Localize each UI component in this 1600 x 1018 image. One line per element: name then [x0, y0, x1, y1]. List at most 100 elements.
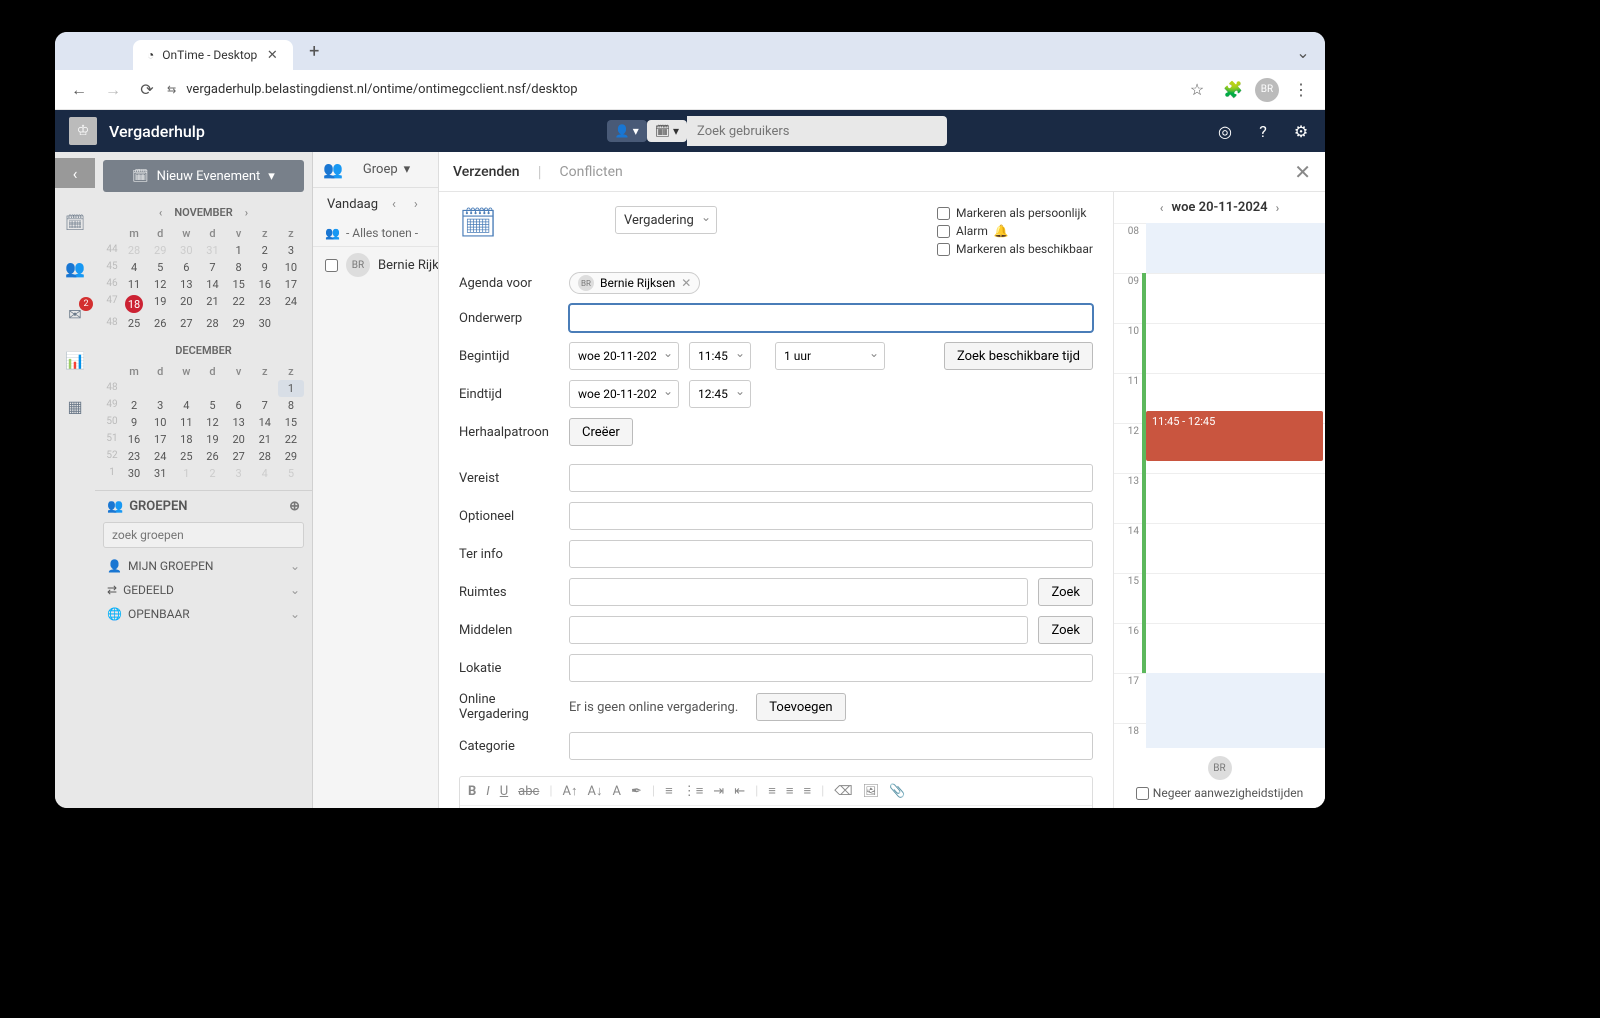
- back-button[interactable]: ←: [65, 76, 93, 104]
- cal-day[interactable]: 26: [147, 315, 173, 332]
- cal-day[interactable]: 7: [252, 397, 278, 414]
- group-row[interactable]: 🌐 OPENBAAR⌄: [95, 602, 312, 626]
- cal-day[interactable]: 9: [252, 259, 278, 276]
- cal-day[interactable]: 18: [173, 431, 199, 448]
- cal-day[interactable]: 12: [147, 276, 173, 293]
- mail-nav-icon[interactable]: ✉2: [63, 302, 87, 326]
- cal-day[interactable]: 17: [278, 276, 304, 293]
- cal-day[interactable]: 3: [226, 465, 252, 482]
- cal-day[interactable]: 3: [147, 397, 173, 414]
- cal-day[interactable]: 29: [226, 315, 252, 332]
- extensions-icon[interactable]: 🧩: [1219, 76, 1247, 104]
- filter-calendar-button[interactable]: 🗓 ▾: [647, 120, 687, 142]
- cal-day[interactable]: 30: [173, 242, 199, 259]
- cal-day[interactable]: 5: [147, 259, 173, 276]
- cal-day[interactable]: 4: [173, 397, 199, 414]
- cal-day[interactable]: 23: [252, 293, 278, 315]
- cal-day[interactable]: 5: [278, 465, 304, 482]
- cal-day[interactable]: 24: [278, 293, 304, 315]
- cal-day[interactable]: [147, 380, 173, 397]
- hour-slot[interactable]: [1142, 624, 1325, 673]
- tab-overflow-icon[interactable]: ⌄: [1291, 40, 1315, 64]
- category-input[interactable]: [569, 732, 1093, 760]
- cal-day[interactable]: 8: [226, 259, 252, 276]
- rte-list-icon[interactable]: ≡: [665, 783, 673, 799]
- cal-day[interactable]: [278, 315, 304, 332]
- calendar-nav-icon[interactable]: 🗓: [63, 210, 87, 234]
- rte-align-center-icon[interactable]: ≡: [786, 783, 794, 799]
- cal-day[interactable]: 1: [278, 380, 304, 397]
- cal-day[interactable]: 9: [121, 414, 147, 431]
- stats-nav-icon[interactable]: 📊: [63, 348, 87, 372]
- rooms-input[interactable]: [569, 578, 1028, 606]
- search-rooms-button[interactable]: Zoek: [1038, 578, 1093, 606]
- rte-italic-icon[interactable]: I: [486, 784, 489, 799]
- cal-day[interactable]: 7: [199, 259, 225, 276]
- browser-tab[interactable]: ◔ OnTime - Desktop ✕: [133, 40, 293, 70]
- filter-people-button[interactable]: 👤 ▾: [607, 120, 647, 142]
- start-time-select[interactable]: 11:45: [689, 342, 751, 370]
- address-bar[interactable]: ⇆ vergaderhulp.belastingdienst.nl/ontime…: [167, 82, 1177, 97]
- hour-slot[interactable]: [1142, 524, 1325, 573]
- group-dropdown[interactable]: Groep ▾: [353, 158, 420, 181]
- next-day-icon[interactable]: ›: [410, 197, 422, 212]
- cal-day[interactable]: 11: [121, 276, 147, 293]
- rte-color-icon[interactable]: A: [613, 784, 621, 799]
- cal-day[interactable]: 4: [121, 259, 147, 276]
- cal-day[interactable]: 29: [147, 242, 173, 259]
- cal-day[interactable]: 28: [199, 315, 225, 332]
- cal-day[interactable]: 10: [278, 259, 304, 276]
- fyi-input[interactable]: [569, 540, 1093, 568]
- hour-slot[interactable]: [1142, 574, 1325, 623]
- cal-day[interactable]: 8: [278, 397, 304, 414]
- rte-fontsize-down-icon[interactable]: A↓: [588, 783, 603, 799]
- group-row[interactable]: ⇄ GEDEELD⌄: [95, 578, 312, 602]
- cal-day[interactable]: 19: [199, 431, 225, 448]
- cal-day[interactable]: 17: [147, 431, 173, 448]
- add-online-button[interactable]: Toevoegen: [756, 693, 845, 721]
- cal-day[interactable]: 27: [226, 448, 252, 465]
- description-textarea[interactable]: [460, 806, 1092, 808]
- cal-day[interactable]: 26: [199, 448, 225, 465]
- cal-day[interactable]: 15: [278, 414, 304, 431]
- cal-day[interactable]: 14: [252, 414, 278, 431]
- cal-day[interactable]: [121, 380, 147, 397]
- cal-day[interactable]: 27: [173, 315, 199, 332]
- rte-bold-icon[interactable]: B: [468, 784, 476, 799]
- rte-underline-icon[interactable]: U: [500, 784, 508, 799]
- end-time-select[interactable]: 12:45: [689, 380, 751, 408]
- hour-slot[interactable]: [1142, 324, 1325, 373]
- cal-day[interactable]: 2: [121, 397, 147, 414]
- add-group-icon[interactable]: ⊕: [289, 499, 300, 514]
- site-info-icon[interactable]: ⇆: [167, 83, 176, 96]
- group-row[interactable]: 👤 MIJN GROEPEN⌄: [95, 554, 312, 578]
- locate-icon[interactable]: ◎: [1215, 121, 1235, 141]
- cal-day[interactable]: 1: [173, 465, 199, 482]
- cal-day[interactable]: [173, 380, 199, 397]
- cal-day[interactable]: 22: [226, 293, 252, 315]
- cal-day[interactable]: 13: [173, 276, 199, 293]
- cal-day[interactable]: 23: [121, 448, 147, 465]
- end-date-select[interactable]: woe 20-11-2024: [569, 380, 679, 408]
- tab-conflicts[interactable]: Conflicten: [560, 164, 623, 180]
- hour-slot[interactable]: [1142, 474, 1325, 523]
- cal-day[interactable]: 14: [199, 276, 225, 293]
- search-resources-button[interactable]: Zoek: [1038, 616, 1093, 644]
- cal-day[interactable]: 1: [226, 242, 252, 259]
- duration-select[interactable]: 1 uur: [775, 342, 885, 370]
- check-available[interactable]: Markeren als beschikbaar: [937, 242, 1093, 256]
- forward-button[interactable]: →: [99, 76, 127, 104]
- cal-day[interactable]: 24: [147, 448, 173, 465]
- person-checkbox[interactable]: [325, 259, 338, 272]
- cal-day[interactable]: [199, 380, 225, 397]
- new-tab-button[interactable]: +: [303, 40, 325, 62]
- ignore-availability-check[interactable]: Negeer aanwezigheidstijden: [1136, 786, 1303, 800]
- cal-day[interactable]: 15: [226, 276, 252, 293]
- rte-highlight-icon[interactable]: ✒: [631, 784, 642, 799]
- cal-day[interactable]: 11: [173, 414, 199, 431]
- cal-day[interactable]: 21: [199, 293, 225, 315]
- cal-day[interactable]: 13: [226, 414, 252, 431]
- cal-day[interactable]: 10: [147, 414, 173, 431]
- settings-icon[interactable]: ⚙: [1291, 121, 1311, 141]
- cal-day[interactable]: 28: [121, 242, 147, 259]
